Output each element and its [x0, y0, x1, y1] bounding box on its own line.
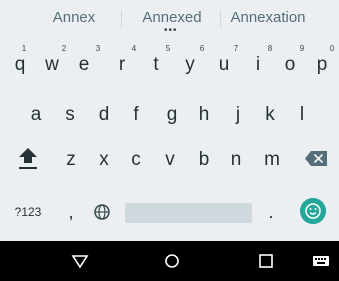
- key-g[interactable]: g: [162, 103, 182, 127]
- key-q[interactable]: 1 q: [8, 45, 32, 77]
- key-m[interactable]: m: [262, 148, 282, 172]
- key-hint: 4: [131, 44, 137, 53]
- key-v[interactable]: v: [160, 148, 180, 172]
- key-hint: 6: [199, 44, 205, 53]
- key-letter: r: [118, 54, 126, 75]
- suggestion-3[interactable]: Annexation: [224, 0, 312, 36]
- key-letter: i: [255, 54, 261, 75]
- space-bar[interactable]: [125, 203, 252, 223]
- key-e[interactable]: 3 e: [70, 45, 101, 77]
- key-hint: 5: [165, 44, 171, 53]
- key-b[interactable]: b: [194, 148, 214, 172]
- key-n[interactable]: n: [226, 148, 246, 172]
- globe-icon[interactable]: [93, 203, 111, 221]
- backspace-icon[interactable]: [305, 151, 327, 166]
- key-letter: q: [14, 54, 26, 75]
- key-z[interactable]: z: [61, 148, 81, 172]
- key-hint: 0: [329, 44, 335, 53]
- system-navigation-bar: [0, 241, 339, 281]
- nav-back-icon[interactable]: [70, 251, 90, 271]
- key-letter: t: [153, 54, 159, 75]
- key-letter: u: [218, 54, 230, 75]
- period-key[interactable]: .: [264, 200, 278, 224]
- key-k[interactable]: k: [260, 103, 280, 127]
- shift-icon[interactable]: [16, 143, 40, 171]
- key-d[interactable]: d: [94, 103, 114, 127]
- key-w[interactable]: 2 w: [40, 45, 66, 77]
- key-letter: e: [78, 54, 90, 75]
- key-i[interactable]: 8 i: [244, 45, 272, 77]
- key-r[interactable]: 4 r: [108, 45, 136, 77]
- emoji-icon[interactable]: [300, 198, 326, 224]
- key-a[interactable]: a: [26, 103, 46, 127]
- key-h[interactable]: h: [194, 103, 214, 127]
- key-j[interactable]: j: [228, 103, 248, 127]
- suggestion-strip: Annex Annexed Annexation •••: [0, 0, 339, 36]
- key-y[interactable]: 6 y: [176, 45, 204, 77]
- key-l[interactable]: l: [292, 103, 312, 127]
- suggestion-divider: [220, 10, 221, 28]
- comma-key[interactable]: ,: [64, 200, 78, 224]
- key-letter: y: [185, 54, 195, 75]
- nav-recents-icon[interactable]: [256, 251, 276, 271]
- more-suggestions-dots-icon[interactable]: •••: [164, 26, 178, 36]
- keyboard-icon[interactable]: [311, 251, 331, 271]
- key-u[interactable]: 7 u: [210, 45, 239, 77]
- symbols-key[interactable]: ?123: [8, 200, 48, 224]
- key-letter: p: [316, 54, 328, 75]
- key-hint: 1: [21, 44, 27, 53]
- nav-home-icon[interactable]: [162, 251, 182, 271]
- key-p[interactable]: 0 p: [308, 45, 338, 77]
- key-hint: 3: [95, 44, 101, 53]
- key-o[interactable]: 9 o: [276, 45, 305, 77]
- key-c[interactable]: c: [126, 148, 146, 172]
- key-t[interactable]: 5 t: [142, 45, 170, 77]
- key-hint: 7: [233, 44, 239, 53]
- key-letter: o: [284, 54, 296, 75]
- suggestion-divider: [121, 10, 122, 28]
- key-x[interactable]: x: [94, 148, 114, 172]
- key-f[interactable]: f: [126, 103, 146, 127]
- key-letter: w: [45, 54, 59, 75]
- suggestion-1[interactable]: Annex: [34, 0, 114, 36]
- key-s[interactable]: s: [60, 103, 80, 127]
